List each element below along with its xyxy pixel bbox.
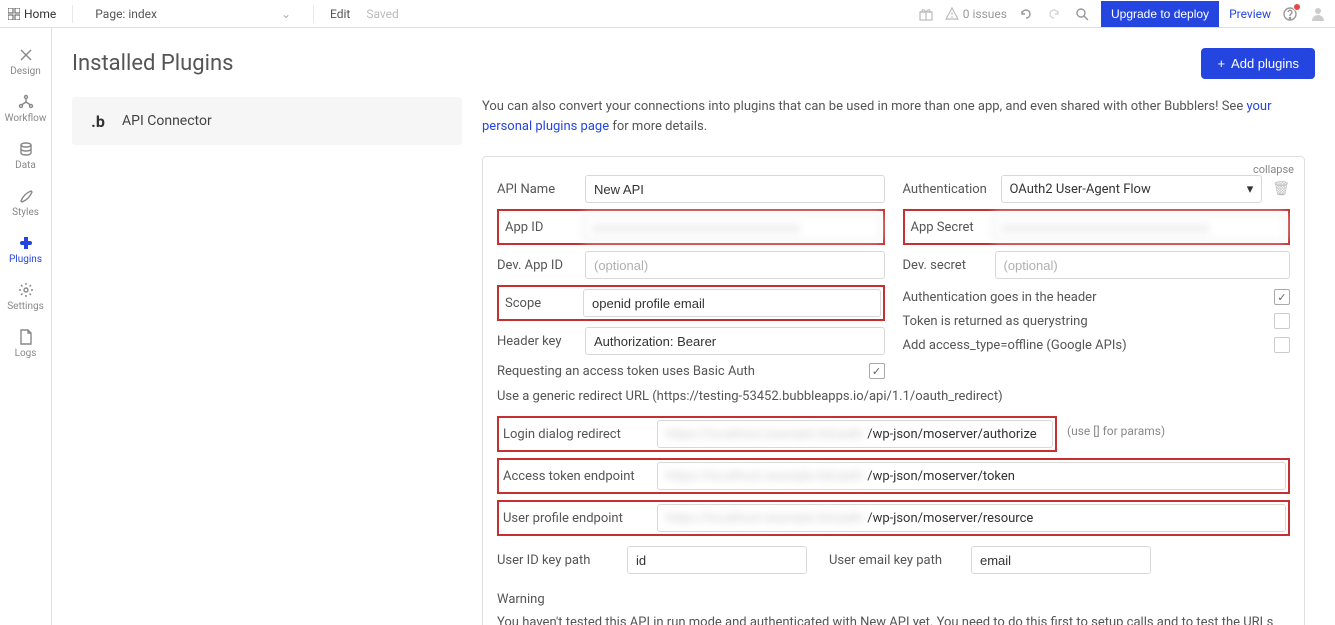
sidebar-item-settings[interactable]: Settings [0,273,51,320]
gift-icon[interactable] [917,5,935,23]
api-name-input[interactable] [585,175,885,203]
user-email-label: User email key path [829,553,959,568]
sidebar-item-styles[interactable]: Styles [0,179,51,226]
saved-status: Saved [366,7,398,21]
styles-icon [17,187,35,205]
api-config-panel: collapse API Name App ID [482,156,1305,625]
home-link[interactable]: Home [8,7,56,21]
params-hint: (use [] for params) [1067,424,1165,438]
grid-icon [8,8,20,20]
redo-icon[interactable] [1045,5,1063,23]
sidebar-item-plugins[interactable]: Plugins [0,226,51,273]
profile-endpoint-input[interactable]: https://localhost.example.tld/path/wp-js… [657,504,1286,532]
help-icon[interactable] [1281,5,1299,23]
dev-app-id-label: Dev. App ID [497,258,575,273]
basic-auth-checkbox[interactable]: ✓ [869,363,885,379]
trash-icon[interactable]: 🗑 [1272,181,1290,197]
page-selector-label: Page: index [95,7,157,21]
offline-label: Add access_type=offline (Google APIs) [903,338,1127,353]
caret-down-icon: ▾ [1247,182,1254,197]
page-title: Installed Plugins [72,51,233,76]
token-endpoint-input[interactable]: https://localhost.example.tld/path/wp-js… [657,462,1286,490]
token-qs-checkbox[interactable] [1274,313,1290,329]
user-icon[interactable] [1309,5,1327,23]
plugin-name: API Connector [122,113,212,129]
warning-title: Warning [497,592,1290,607]
header-key-input[interactable] [585,327,885,355]
auth-header-label: Authentication goes in the header [903,290,1097,305]
dev-app-id-input[interactable] [585,251,885,279]
login-redirect-input[interactable]: https://localhost.example.tld/path/wp-js… [657,420,1053,448]
plugin-detail: You can also convert your connections in… [482,97,1315,625]
login-redirect-label: Login dialog redirect [501,427,647,442]
api-name-label: API Name [497,182,575,197]
profile-endpoint-label: User profile endpoint [501,511,647,526]
app-secret-label: App Secret [907,220,983,235]
plugin-logo-icon: .b [88,111,108,131]
app-id-input[interactable] [583,213,881,241]
app-id-label: App ID [501,220,573,235]
plugins-icon [17,234,35,252]
issues-button[interactable]: 0 issues [945,7,1007,21]
undo-icon[interactable] [1017,5,1035,23]
scope-label: Scope [501,296,573,311]
sidebar-item-logs[interactable]: Logs [0,320,51,367]
sidebar-item-design[interactable]: Design [0,38,51,85]
home-label: Home [24,7,56,21]
sidebar-item-data[interactable]: Data [0,132,51,179]
sidebar-label: Workflow [5,113,47,124]
warning-icon [945,7,959,21]
auth-label: Authentication [903,182,991,197]
design-icon [17,46,35,64]
add-plugins-button[interactable]: + Add plugins [1201,48,1315,79]
logs-icon [17,328,35,346]
separator [72,5,73,23]
dev-secret-input[interactable] [995,251,1291,279]
user-id-label: User ID key path [497,553,615,568]
main-content: Installed Plugins + Add plugins .b API C… [52,28,1335,625]
user-email-input[interactable] [971,546,1151,574]
user-id-input[interactable] [627,546,807,574]
search-icon[interactable] [1073,5,1091,23]
plugin-list: .b API Connector [72,97,462,625]
top-bar: Home Page: index ⌄ Edit Saved 0 issues U… [0,0,1335,28]
page-selector[interactable]: Page: index ⌄ [89,7,297,21]
app-secret-input[interactable] [993,213,1287,241]
sidebar-label: Settings [7,301,44,312]
issues-label: 0 issues [963,7,1007,21]
upgrade-button[interactable]: Upgrade to deploy [1101,1,1219,27]
workflow-icon [17,93,35,111]
add-plugins-label: Add plugins [1231,56,1299,71]
sidebar-label: Plugins [9,254,42,265]
dev-secret-label: Dev. secret [903,258,985,273]
separator [313,5,314,23]
left-sidebar: Design Workflow Data Styles Plugins Sett… [0,28,52,625]
auth-select[interactable]: OAuth2 User-Agent Flow ▾ [1001,175,1263,203]
header-key-label: Header key [497,334,575,349]
generic-redirect-row: Use a generic redirect URL (https://test… [497,389,1290,404]
offline-checkbox[interactable] [1274,337,1290,353]
data-icon [17,140,35,158]
sidebar-label: Design [10,66,41,77]
auth-select-value: OAuth2 User-Agent Flow [1010,182,1151,197]
warning-body: You haven't tested this API in run mode … [497,613,1290,625]
intro-text: You can also convert your connections in… [482,97,1305,136]
edit-link[interactable]: Edit [330,7,350,21]
gear-icon [17,281,35,299]
token-endpoint-label: Access token endpoint [501,469,647,484]
collapse-link[interactable]: collapse [1253,163,1294,176]
notification-dot [1293,3,1301,11]
auth-header-checkbox[interactable]: ✓ [1274,289,1290,305]
preview-link[interactable]: Preview [1229,7,1271,21]
token-qs-label: Token is returned as querystring [903,314,1088,329]
plugin-list-item[interactable]: .b API Connector [72,97,462,145]
sidebar-label: Logs [15,348,37,359]
sidebar-label: Styles [12,207,39,218]
sidebar-item-workflow[interactable]: Workflow [0,85,51,132]
scope-input[interactable] [583,289,881,317]
chevron-down-icon: ⌄ [281,7,291,21]
plus-icon: + [1217,56,1225,71]
sidebar-label: Data [15,160,36,171]
basic-auth-label: Requesting an access token uses Basic Au… [497,364,755,379]
